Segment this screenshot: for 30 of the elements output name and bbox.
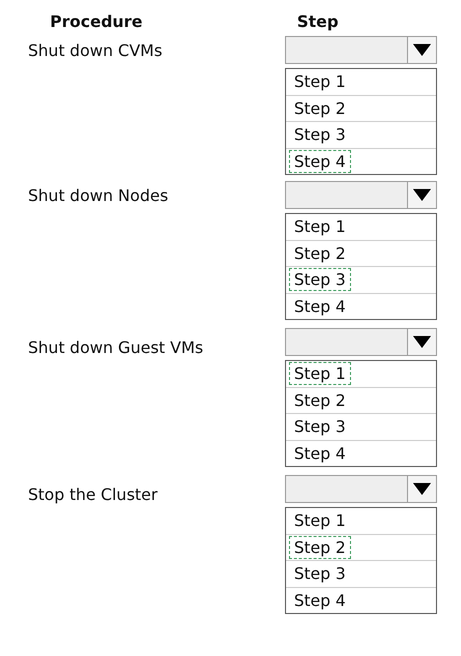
step-dropdown[interactable]: [285, 328, 437, 356]
step-option[interactable]: Step 1: [289, 509, 351, 532]
column-heading: Procedure: [50, 12, 143, 30]
step-option[interactable]: Step 2: [289, 536, 351, 559]
step-dropdown[interactable]: [285, 181, 437, 209]
step-option[interactable]: Step 4: [289, 442, 351, 465]
step-option[interactable]: Step 1: [289, 215, 351, 238]
step-option[interactable]: Step 3: [289, 562, 351, 586]
step-option[interactable]: Step 2: [289, 242, 351, 265]
dropdown-arrow-icon: [413, 336, 431, 348]
step-option[interactable]: Step 4: [289, 150, 351, 173]
step-dropdown[interactable]: [285, 475, 437, 503]
step-option[interactable]: Step 2: [289, 96, 351, 120]
step-dropdown[interactable]: [285, 36, 437, 64]
procedure-label: Stop the Cluster: [28, 485, 159, 504]
step-option[interactable]: Step 3: [289, 268, 351, 292]
procedure-label: Shut down Nodes: [28, 186, 170, 205]
step-option[interactable]: Step 1: [289, 362, 351, 386]
step-option[interactable]: Step 4: [289, 588, 351, 612]
step-option[interactable]: Step 3: [289, 415, 351, 438]
step-option[interactable]: Step 2: [289, 388, 351, 412]
dropdown-arrow-icon: [413, 189, 431, 201]
procedure-label: Shut down Guest VMs: [28, 338, 204, 357]
dropdown-arrow-icon: [413, 483, 431, 495]
column-heading: Step: [297, 12, 338, 30]
step-option[interactable]: Step 3: [289, 123, 351, 146]
step-option[interactable]: Step 4: [289, 294, 351, 318]
dropdown-arrow-icon: [413, 44, 431, 56]
step-option[interactable]: Step 1: [289, 70, 351, 94]
procedure-label: Shut down CVMs: [28, 41, 164, 60]
